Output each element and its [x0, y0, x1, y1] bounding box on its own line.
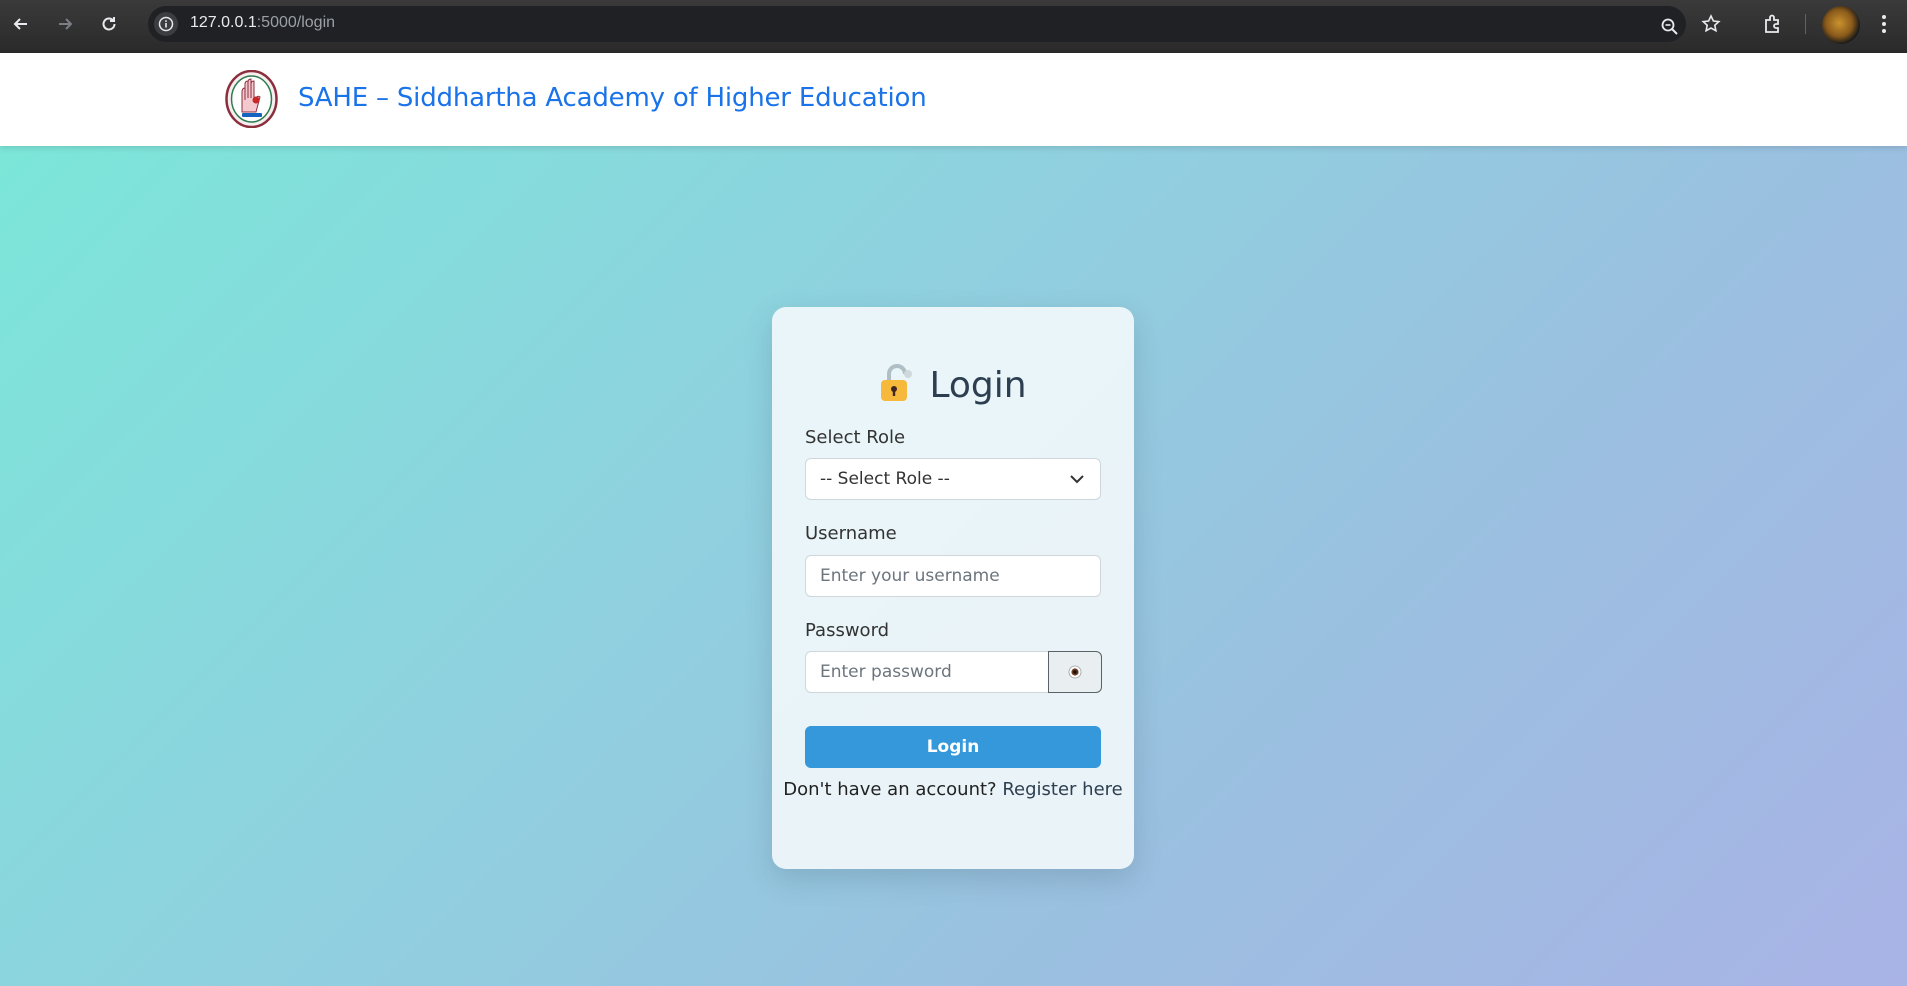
brand-title[interactable]: SAHE – Siddhartha Academy of Higher Educ…	[298, 83, 927, 113]
role-label: Select Role	[805, 427, 906, 448]
url-path: :5000/login	[256, 14, 336, 31]
role-select[interactable]: -- Select Role --	[805, 458, 1101, 500]
register-prompt-text: Don't have an account?	[783, 779, 997, 800]
site-info-icon[interactable]	[154, 12, 178, 36]
role-select-value: -- Select Role --	[820, 469, 950, 489]
password-label: Password	[805, 620, 890, 641]
bookmark-star-icon[interactable]	[1700, 13, 1722, 35]
username-placeholder: Enter your username	[820, 566, 1000, 586]
browser-toolbar: 127.0.0.1:5000/login	[0, 0, 1907, 53]
login-card: Login Select Role -- Select Role -- User…	[772, 307, 1134, 869]
site-navbar: SAHE – Siddhartha Academy of Higher Educ…	[0, 53, 1907, 146]
extensions-icon[interactable]	[1760, 11, 1786, 37]
login-title: Login	[929, 365, 1027, 406]
eye-icon	[1068, 665, 1082, 679]
toolbar-divider	[1805, 14, 1806, 34]
sahe-logo[interactable]	[225, 69, 278, 129]
username-input[interactable]: Enter your username	[805, 555, 1101, 597]
password-placeholder: Enter password	[820, 662, 952, 682]
register-link[interactable]: Register here	[1002, 779, 1122, 800]
register-prompt: Don't have an account? Register here	[772, 779, 1134, 800]
page-background: SAHE – Siddhartha Academy of Higher Educ…	[0, 53, 1907, 986]
chevron-down-icon	[1070, 475, 1084, 484]
reload-icon[interactable]	[96, 11, 122, 37]
kebab-menu-icon[interactable]	[1874, 11, 1894, 37]
profile-avatar[interactable]	[1822, 6, 1860, 44]
lock-icon	[879, 363, 915, 403]
password-input[interactable]: Enter password	[805, 651, 1049, 693]
url-text: 127.0.0.1:5000/login	[190, 14, 335, 32]
toggle-password-button[interactable]	[1048, 651, 1102, 693]
username-label: Username	[805, 523, 897, 544]
login-button[interactable]: Login	[805, 726, 1101, 768]
login-heading: Login	[772, 363, 1134, 406]
address-bar[interactable]: 127.0.0.1:5000/login	[148, 6, 1686, 42]
url-host: 127.0.0.1	[190, 14, 257, 31]
forward-icon[interactable]	[52, 11, 78, 37]
back-icon[interactable]	[8, 11, 34, 37]
zoom-icon[interactable]	[1659, 16, 1681, 38]
